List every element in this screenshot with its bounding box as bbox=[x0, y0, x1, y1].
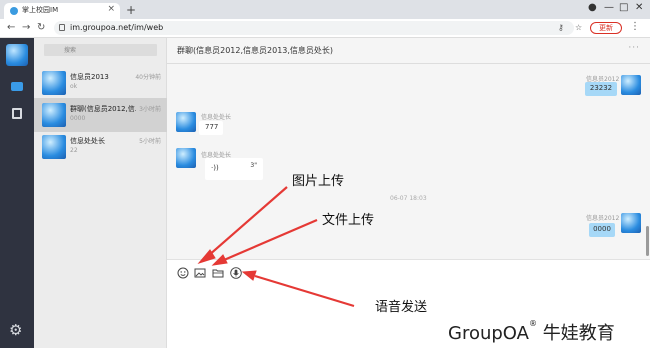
watermark-registered: ® bbox=[528, 319, 537, 328]
annotation-file-upload: 文件上传 bbox=[322, 213, 375, 228]
watermark-brand: GroupOA bbox=[448, 323, 529, 344]
watermark-logo: GroupOA® 牛娃教育 bbox=[448, 319, 615, 345]
annotation-voice-send: 语音发送 bbox=[375, 300, 428, 315]
watermark-suffix: 牛娃教育 bbox=[536, 323, 615, 344]
annotation-image-upload: 图片上传 bbox=[292, 174, 345, 189]
